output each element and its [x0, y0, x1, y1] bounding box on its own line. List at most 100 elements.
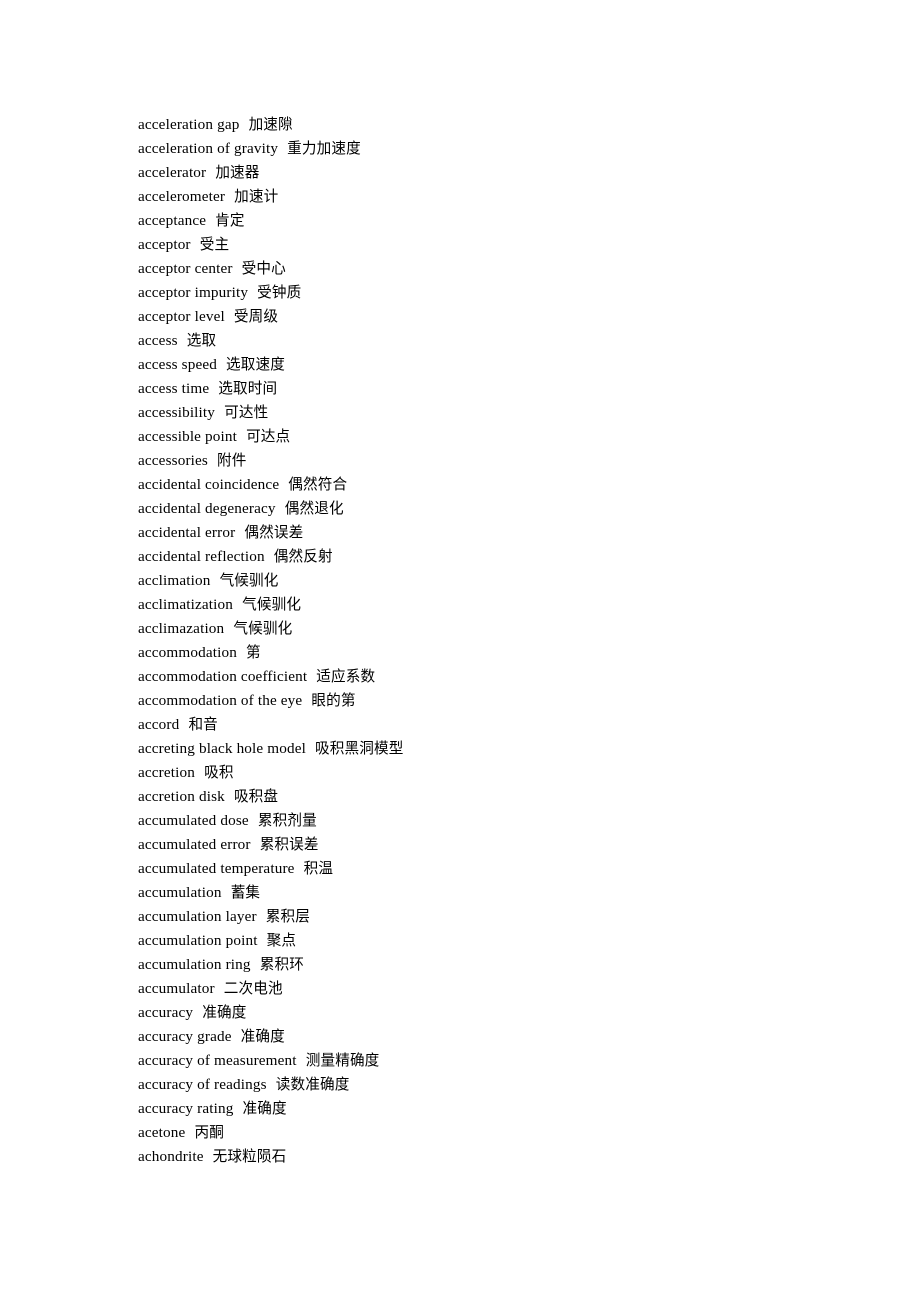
- glossary-gloss: 累积层: [265, 908, 310, 925]
- glossary-term: achondrite: [138, 1148, 204, 1165]
- glossary-term: accommodation: [138, 644, 237, 661]
- glossary-entry: accumulated error 累积误差: [138, 833, 838, 857]
- glossary-gloss: 偶然退化: [284, 500, 344, 517]
- glossary-entry: achondrite 无球粒陨石: [138, 1145, 838, 1169]
- glossary-term: accumulated dose: [138, 812, 249, 829]
- glossary-entry: accuracy grade 准确度: [138, 1025, 838, 1049]
- glossary-term: accuracy grade: [138, 1028, 232, 1045]
- glossary-entry: accreting black hole model 吸积黑洞模型: [138, 737, 838, 761]
- glossary-term: accuracy of readings: [138, 1076, 267, 1093]
- glossary-entry: accidental error 偶然误差: [138, 521, 838, 545]
- glossary-entry: accommodation 第: [138, 641, 838, 665]
- glossary-term: accumulated temperature: [138, 860, 295, 877]
- glossary-entry: acceptor level 受周级: [138, 305, 838, 329]
- glossary-entry: accumulated dose 累积剂量: [138, 809, 838, 833]
- glossary-gloss: 受周级: [233, 308, 279, 325]
- glossary-term: access time: [138, 380, 210, 397]
- glossary-gloss: 测量精确度: [305, 1052, 380, 1069]
- glossary-entry: acceptor 受主: [138, 233, 838, 257]
- glossary-gloss: 读数准确度: [275, 1076, 350, 1093]
- glossary-gloss: 可达性: [224, 404, 269, 421]
- glossary-entry: acceptance 肯定: [138, 209, 838, 233]
- glossary-term: acceptor level: [138, 308, 225, 325]
- glossary-gloss: 二次电池: [223, 980, 283, 997]
- glossary-gloss: 眼的第: [311, 692, 356, 709]
- glossary-gloss: 肯定: [215, 212, 245, 229]
- glossary-gloss: 无球粒陨石: [212, 1148, 287, 1165]
- glossary-gloss: 气候驯化: [219, 572, 279, 589]
- glossary-entry: accumulator 二次电池: [138, 977, 838, 1001]
- glossary-entry: acceleration of gravity 重力加速度: [138, 137, 838, 161]
- glossary-gloss: 吸积黑洞模型: [315, 740, 404, 757]
- glossary-entry: accelerometer 加速计: [138, 185, 838, 209]
- glossary-term: acclimatization: [138, 596, 234, 613]
- glossary-term: accumulation point: [138, 932, 258, 949]
- glossary-gloss: 气候驯化: [242, 596, 302, 613]
- glossary-gloss: 第: [246, 644, 261, 661]
- glossary-gloss: 聚点: [266, 932, 297, 949]
- glossary-term: acceptor impurity: [138, 284, 249, 301]
- glossary-term: acceptor: [138, 236, 191, 253]
- glossary-gloss: 累积误差: [259, 836, 319, 853]
- glossary-entry: accidental degeneracy 偶然退化: [138, 497, 838, 521]
- glossary-term: accommodation of the eye: [138, 692, 303, 709]
- glossary-term: accretion: [138, 764, 196, 781]
- glossary-term: accessories: [138, 452, 208, 469]
- glossary-entry: accessories 附件: [138, 449, 838, 473]
- glossary-entry: accuracy of measurement 测量精确度: [138, 1049, 838, 1073]
- glossary-term: accord: [138, 716, 180, 733]
- glossary-gloss: 受钟质: [257, 284, 302, 301]
- glossary-term: accuracy of measurement: [138, 1052, 297, 1069]
- glossary-gloss: 积温: [303, 860, 334, 877]
- glossary-gloss: 偶然符合: [288, 476, 348, 493]
- glossary-gloss: 丙酮: [194, 1124, 224, 1141]
- glossary-term: accumulator: [138, 980, 215, 997]
- glossary-gloss: 受中心: [241, 260, 286, 277]
- glossary-entry: accommodation of the eye 眼的第: [138, 689, 838, 713]
- glossary-term: accreting black hole model: [138, 740, 306, 757]
- glossary-entry: accelerator 加速器: [138, 161, 838, 185]
- glossary-entry: accretion 吸积: [138, 761, 838, 785]
- glossary-term: access speed: [138, 356, 217, 373]
- glossary-term: accelerometer: [138, 188, 226, 205]
- glossary-entry: acclimation 气候驯化: [138, 569, 838, 593]
- glossary-gloss: 加速器: [215, 164, 260, 181]
- document-page: acceleration gap 加速隙 acceleration of gravi…: [0, 0, 920, 1302]
- glossary-term: acceleration of gravity: [138, 140, 279, 157]
- glossary-gloss: 偶然误差: [244, 524, 304, 541]
- glossary-entry: accidental coincidence 偶然符合: [138, 473, 838, 497]
- glossary-gloss: 加速计: [234, 188, 279, 205]
- glossary-entry: access 选取: [138, 329, 838, 353]
- glossary-entry: access speed 选取速度: [138, 353, 838, 377]
- glossary-gloss: 气候驯化: [233, 620, 293, 637]
- glossary-term: acclimazation: [138, 620, 225, 637]
- glossary-entry: acceptor impurity 受钟质: [138, 281, 838, 305]
- glossary-entry: accidental reflection 偶然反射: [138, 545, 838, 569]
- glossary-term: accumulation: [138, 884, 222, 901]
- glossary-entry: accord 和音: [138, 713, 838, 737]
- glossary-term: accidental coincidence: [138, 476, 280, 493]
- glossary-term: accumulation ring: [138, 956, 251, 973]
- glossary-entry: accumulated temperature 积温: [138, 857, 838, 881]
- glossary-entry: accumulation ring 累积环: [138, 953, 838, 977]
- glossary-gloss: 累积环: [259, 956, 304, 973]
- glossary-entry: accuracy rating 准确度: [138, 1097, 838, 1121]
- glossary-entry: accessible point 可达点: [138, 425, 838, 449]
- glossary-term: accuracy: [138, 1004, 194, 1021]
- glossary-entry: accumulation layer 累积层: [138, 905, 838, 929]
- glossary-gloss: 和音: [188, 716, 218, 733]
- glossary-entry: accuracy 准确度: [138, 1001, 838, 1025]
- glossary-term: accidental error: [138, 524, 236, 541]
- glossary-gloss: 重力加速度: [287, 140, 361, 157]
- glossary-gloss: 吸积: [204, 764, 234, 781]
- glossary-term: access: [138, 332, 178, 349]
- glossary-gloss: 适应系数: [316, 668, 376, 685]
- glossary-entry: accumulation 蓄集: [138, 881, 838, 905]
- glossary-term: accumulation layer: [138, 908, 257, 925]
- glossary-term: acceptance: [138, 212, 207, 229]
- glossary-gloss: 选取时间: [218, 380, 278, 397]
- glossary-term: accumulated error: [138, 836, 251, 853]
- glossary-gloss: 可达点: [246, 428, 291, 445]
- glossary-gloss: 准确度: [242, 1100, 287, 1117]
- glossary-term: accessibility: [138, 404, 216, 421]
